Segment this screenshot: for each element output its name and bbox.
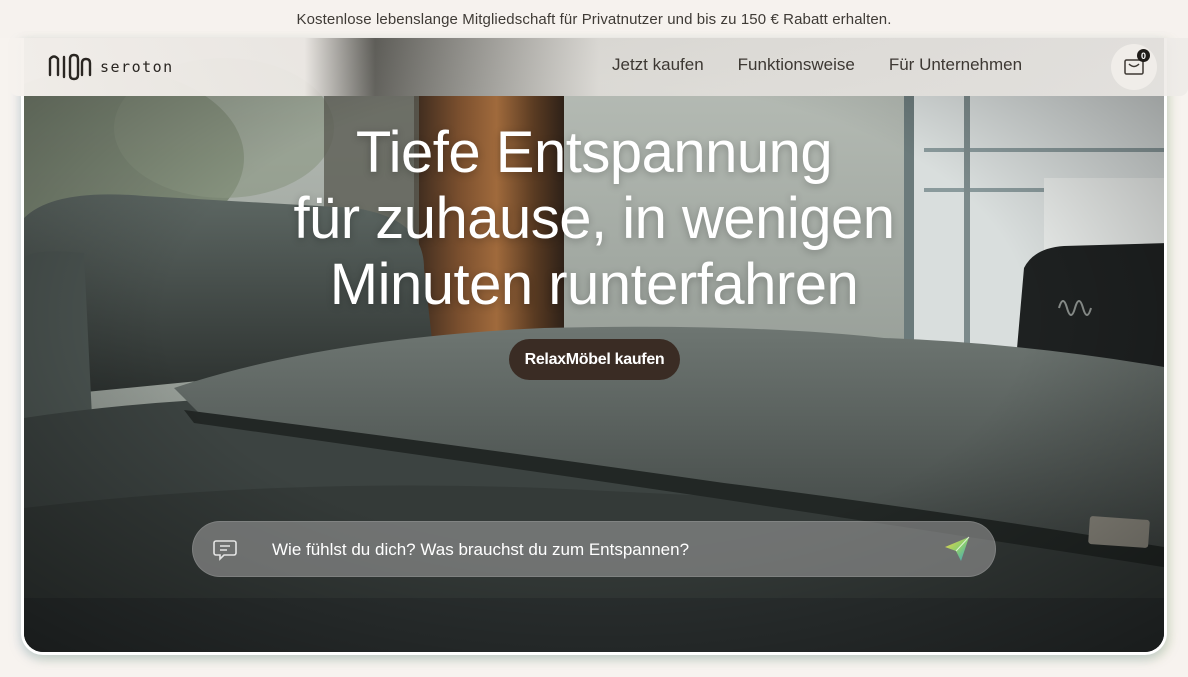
nav-item-funktionsweise[interactable]: Funktionsweise bbox=[738, 55, 855, 75]
chat-bar bbox=[192, 521, 996, 579]
main-nav: Jetzt kaufen Funktionsweise Für Unterneh… bbox=[612, 55, 1022, 75]
headline-line-3: Minuten runterfahren bbox=[329, 252, 859, 317]
brand-logo[interactable]: seroton bbox=[48, 53, 174, 81]
brand-name: seroton bbox=[100, 58, 174, 76]
announcement-bar: Kostenlose lebenslange Mitgliedschaft fü… bbox=[0, 0, 1188, 38]
hero-headline: Tiefe Entspannung für zuhause, in wenige… bbox=[0, 120, 1188, 318]
nav-item-fuer-unternehmen[interactable]: Für Unternehmen bbox=[889, 55, 1022, 75]
headline-line-1: Tiefe Entspannung bbox=[355, 120, 833, 185]
chat-bubble-icon bbox=[213, 540, 237, 561]
relaxmoebel-kaufen-button[interactable]: RelaxMöbel kaufen bbox=[509, 339, 680, 380]
cart-button[interactable]: 0 bbox=[1111, 44, 1157, 90]
seroton-logo-icon bbox=[48, 53, 92, 81]
send-icon[interactable] bbox=[941, 533, 973, 565]
headline-line-2: für zuhause, in wenigen bbox=[293, 186, 895, 251]
cart-count-badge: 0 bbox=[1137, 49, 1150, 62]
nav-item-jetzt-kaufen[interactable]: Jetzt kaufen bbox=[612, 55, 704, 75]
chat-input[interactable] bbox=[270, 521, 914, 579]
announcement-text: Kostenlose lebenslange Mitgliedschaft fü… bbox=[296, 10, 892, 28]
